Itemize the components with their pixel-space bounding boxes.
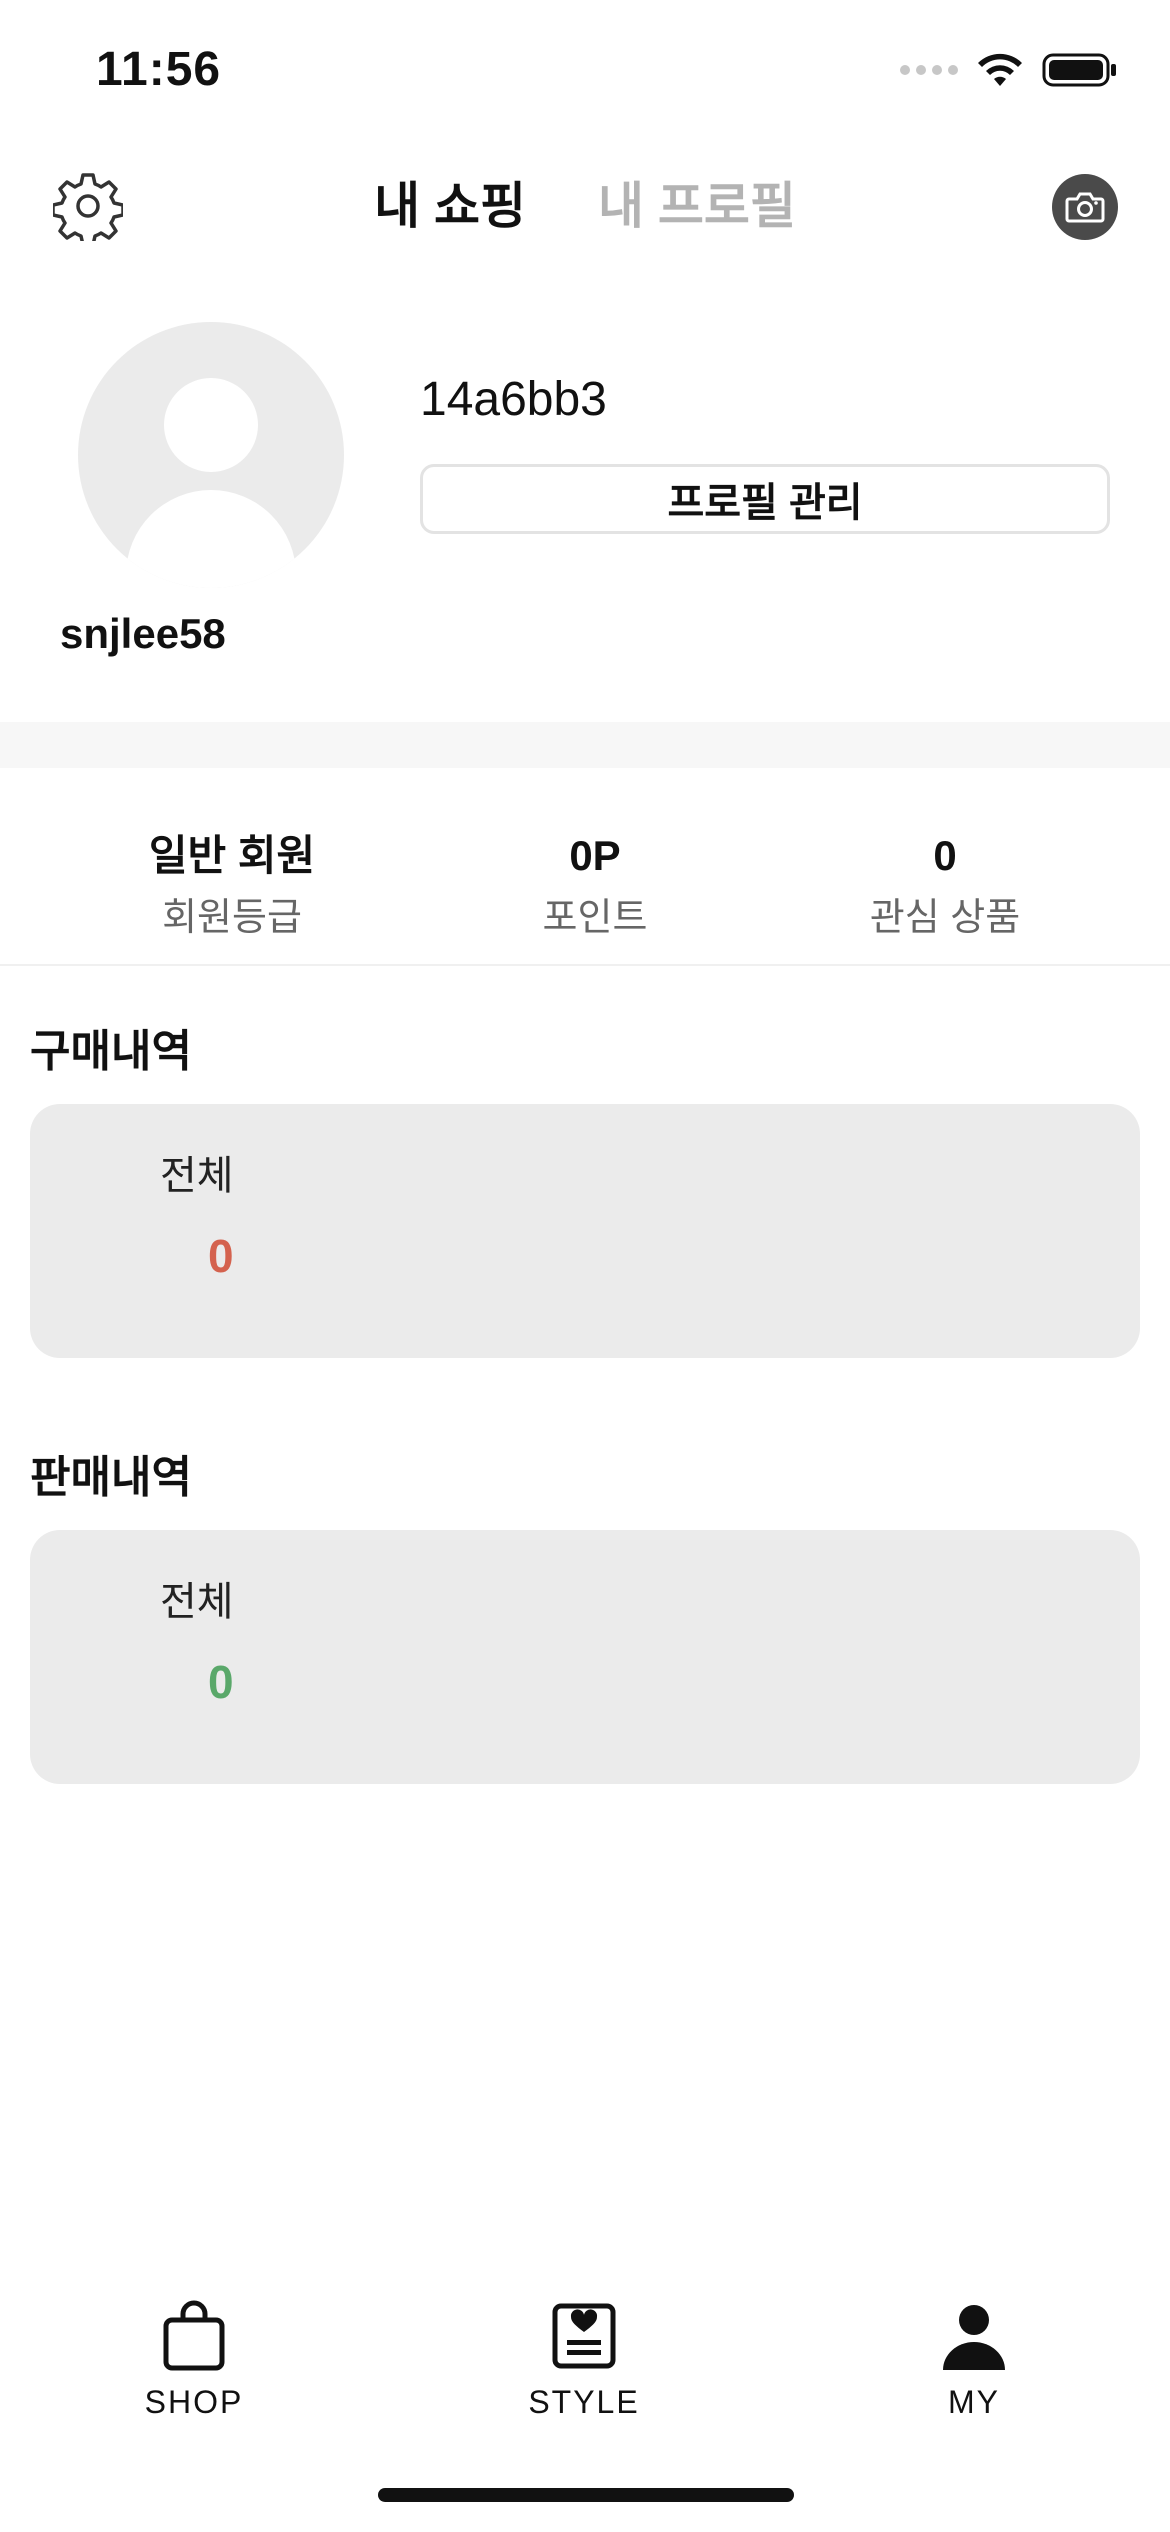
header-tabs: 내 쇼핑 내 프로필 <box>0 170 1170 242</box>
my-page-screen: 11:56 내 쇼핑 내 프로필 snjlee58 14a6bb3 프로필 관리… <box>0 0 1170 2532</box>
sales-total-count: 0 <box>208 1656 234 1708</box>
sales-total-label: 전체 <box>160 1580 234 1624</box>
camera-icon <box>1065 192 1105 223</box>
stat-membership-grade[interactable]: 일반 회원 회원등급 <box>52 828 412 944</box>
camera-button[interactable] <box>1052 174 1118 240</box>
nav-label-style: STYLE <box>528 2384 640 2420</box>
section-divider <box>0 722 1170 768</box>
stats-row: 일반 회원 회원등급 0P 포인트 0 관심 상품 <box>0 768 1170 966</box>
home-indicator <box>378 2488 794 2502</box>
purchase-history-card[interactable]: 전체 0 <box>30 1104 1140 1358</box>
tab-my-profile[interactable]: 내 프로필 <box>598 170 796 242</box>
avatar-head <box>164 378 258 472</box>
sales-history-title: 판매내역 <box>30 1453 192 1502</box>
profile-section: snjlee58 14a6bb3 프로필 관리 <box>0 300 1170 720</box>
status-bar: 11:56 <box>0 0 1170 150</box>
purchase-history-title: 구매내역 <box>30 1027 192 1076</box>
profile-manage-button[interactable]: 프로필 관리 <box>420 464 1110 534</box>
stat-wishlist[interactable]: 0 관심 상품 <box>765 828 1125 944</box>
shopping-bag-icon <box>163 2300 225 2371</box>
avatar-body <box>126 490 296 588</box>
signal-icon <box>900 65 958 75</box>
stat-value: 일반 회원 <box>148 832 316 879</box>
nav-item-shop[interactable]: SHOP <box>84 2300 304 2421</box>
stat-value: 0P <box>569 832 621 879</box>
battery-icon <box>1042 52 1118 88</box>
purchase-total-label: 전체 <box>160 1154 234 1198</box>
header: 내 쇼핑 내 프로필 <box>0 150 1170 260</box>
nav-item-style[interactable]: STYLE <box>474 2300 694 2421</box>
tab-my-shopping[interactable]: 내 쇼핑 <box>374 170 526 242</box>
nav-item-my[interactable]: MY <box>864 2300 1084 2421</box>
purchase-total-count: 0 <box>208 1230 234 1282</box>
person-icon <box>943 2305 1005 2370</box>
stat-value: 0 <box>933 832 957 879</box>
sales-history-card[interactable]: 전체 0 <box>30 1530 1140 1784</box>
status-icons <box>900 52 1118 88</box>
user-id: 14a6bb3 <box>420 373 607 426</box>
nav-label-my: MY <box>948 2384 1000 2420</box>
stat-label: 포인트 <box>542 897 648 939</box>
bottom-nav: SHOP STYLE MY <box>0 2280 1170 2440</box>
stat-points[interactable]: 0P 포인트 <box>415 828 775 944</box>
stat-label: 관심 상품 <box>869 897 1021 939</box>
stat-label: 회원등급 <box>162 897 302 939</box>
username: snjlee58 <box>60 610 226 657</box>
status-time: 11:56 <box>96 43 222 96</box>
avatar[interactable] <box>78 322 344 588</box>
wifi-icon <box>976 52 1024 88</box>
nav-label-shop: SHOP <box>144 2384 244 2420</box>
style-card-icon <box>552 2303 616 2369</box>
